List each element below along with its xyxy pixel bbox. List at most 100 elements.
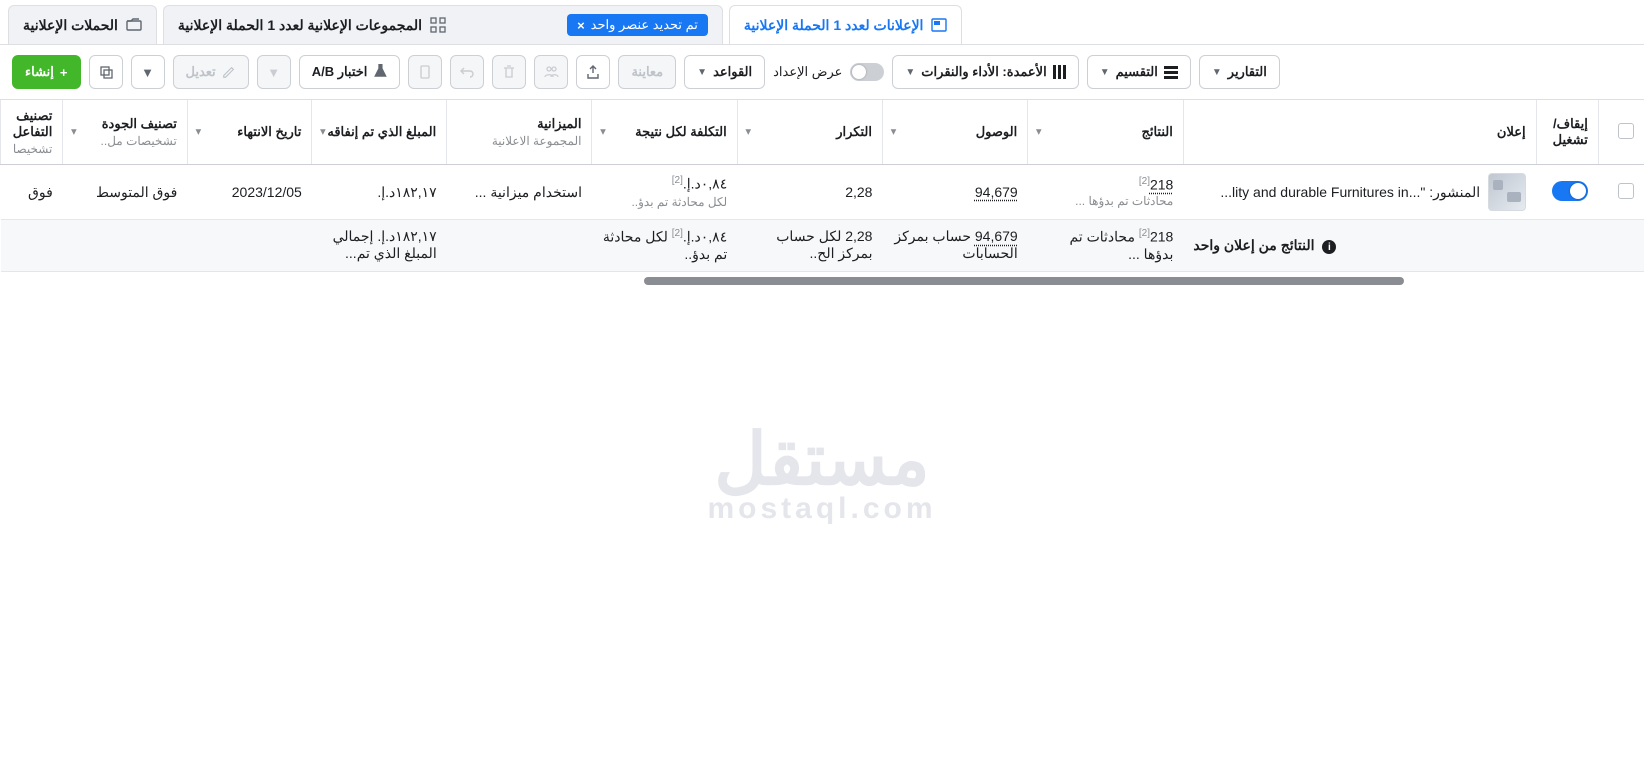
col-ad[interactable]: إعلان bbox=[1183, 100, 1536, 165]
col-checkbox[interactable] bbox=[1598, 100, 1644, 165]
caret-down-icon: ▼ bbox=[697, 67, 707, 78]
sort-icon[interactable]: ▾ bbox=[600, 127, 605, 138]
col-engagement[interactable]: تصنيف التفاعلتشخيصا bbox=[1, 100, 63, 165]
col-frequency[interactable]: التكرار▾ bbox=[737, 100, 882, 165]
columns-label: الأعمدة: الأداء والنقرات bbox=[921, 64, 1046, 80]
sort-icon[interactable]: ▾ bbox=[1036, 127, 1041, 138]
toolbar: + إنشاء ▼ تعديل ▼ اختبار A/B معاينة القو… bbox=[0, 44, 1644, 100]
table-footer-row: i النتائج من إعلان واحد 218[2] محادثات ت… bbox=[1, 220, 1644, 272]
duplicate-button[interactable] bbox=[89, 55, 123, 89]
tab-ads-label: الإعلانات لعدد 1 الحملة الإعلانية bbox=[744, 17, 924, 34]
history-button[interactable] bbox=[408, 55, 442, 89]
row-checkbox[interactable] bbox=[1618, 183, 1634, 199]
sort-icon[interactable]: ▾ bbox=[891, 127, 896, 138]
close-icon[interactable]: × bbox=[577, 18, 585, 33]
tabs-bar: الحملات الإعلانية المجموعات الإعلانية لع… bbox=[0, 0, 1644, 44]
flask-icon bbox=[373, 64, 387, 81]
ads-table-wrap: إيقاف/ تشغيل إعلان النتائج▾ الوصول▾ التك… bbox=[0, 100, 1644, 286]
trash-button[interactable] bbox=[492, 55, 526, 89]
rules-button[interactable]: القواعد ▼ bbox=[684, 55, 765, 89]
reports-button[interactable]: التقارير ▼ bbox=[1199, 55, 1280, 89]
ad-cell[interactable]: المنشور: "...lity and durable Furnitures… bbox=[1193, 173, 1526, 211]
plus-icon: + bbox=[60, 65, 68, 80]
col-end[interactable]: تاريخ الانتهاء▾ bbox=[187, 100, 312, 165]
create-button[interactable]: + إنشاء bbox=[12, 55, 81, 89]
info-icon[interactable]: i bbox=[1322, 240, 1336, 254]
cell-spent: ١٨٢,١٧د.إ. bbox=[312, 165, 447, 220]
col-toggle: إيقاف/ تشغيل bbox=[1536, 100, 1598, 165]
cell-quality: فوق المتوسط bbox=[63, 165, 188, 220]
cell-frequency: 2,28 bbox=[737, 165, 882, 220]
footer-label-cell: i النتائج من إعلان واحد bbox=[1183, 220, 1536, 272]
reports-label: التقارير bbox=[1228, 64, 1267, 80]
edit-label: تعديل bbox=[186, 64, 216, 80]
checkbox-all[interactable] bbox=[1618, 123, 1634, 139]
caret-down-icon: ▼ bbox=[267, 65, 280, 80]
caret-down-icon: ▼ bbox=[1100, 67, 1110, 78]
selection-chip-text: تم تحديد عنصر واحد bbox=[591, 17, 698, 33]
caret-down-icon: ▼ bbox=[905, 67, 915, 78]
col-reach[interactable]: الوصول▾ bbox=[882, 100, 1027, 165]
footer-frequency: 2,28 لكل حساب بمركز الح.. bbox=[737, 220, 882, 272]
cell-end: 2023/12/05 bbox=[187, 165, 312, 220]
edit-button[interactable]: تعديل bbox=[173, 55, 249, 89]
pencil-icon bbox=[222, 65, 236, 79]
view-setup-toggle[interactable] bbox=[850, 63, 884, 81]
columns-icon bbox=[1053, 65, 1066, 79]
col-spent[interactable]: المبلغ الذي تم إنفاقه▾ bbox=[312, 100, 447, 165]
sort-icon[interactable]: ▾ bbox=[320, 127, 325, 138]
ab-test-button[interactable]: اختبار A/B bbox=[299, 55, 401, 89]
create-label: إنشاء bbox=[25, 64, 54, 80]
create-more-caret[interactable]: ▼ bbox=[131, 55, 165, 89]
watermark: مستقل mostaql.com bbox=[707, 424, 936, 526]
col-quality[interactable]: تصنيف الجودةتشخيصات مل..▾ bbox=[63, 100, 188, 165]
trash-icon bbox=[501, 64, 517, 80]
columns-button[interactable]: الأعمدة: الأداء والنقرات ▼ bbox=[892, 55, 1078, 89]
tab-ads[interactable]: الإعلانات لعدد 1 الحملة الإعلانية bbox=[729, 5, 963, 44]
footer-cost: ٠,٨٤د.إ.[2] لكل محادثة تم بدؤ.. bbox=[592, 220, 737, 272]
sort-icon[interactable]: ▾ bbox=[196, 127, 201, 138]
scrollbar-thumb[interactable] bbox=[644, 277, 1404, 285]
people-icon bbox=[543, 64, 559, 80]
ad-icon bbox=[931, 17, 947, 33]
table-row[interactable]: المنشور: "...lity and durable Furnitures… bbox=[1, 165, 1644, 220]
grid-icon bbox=[430, 17, 446, 33]
export-button[interactable] bbox=[576, 55, 610, 89]
breakdown-button[interactable]: التقسيم ▼ bbox=[1087, 55, 1191, 89]
view-setup-label: عرض الإعداد bbox=[773, 64, 842, 80]
ads-table: إيقاف/ تشغيل إعلان النتائج▾ الوصول▾ التك… bbox=[0, 100, 1644, 272]
col-budget[interactable]: الميزانيةالمجموعة الاعلانية bbox=[447, 100, 592, 165]
footer-reach: 94,679 حساب بمركز الحسابات bbox=[882, 220, 1027, 272]
breakdown-label: التقسيم bbox=[1116, 64, 1158, 80]
caret-down-icon: ▼ bbox=[1212, 67, 1222, 78]
breakdown-icon bbox=[1164, 66, 1178, 79]
footer-spent: ١٨٢,١٧د.إ. إجمالي المبلغ الذي تم... bbox=[312, 220, 447, 272]
cell-engagement: فوق bbox=[1, 165, 63, 220]
edit-more-caret[interactable]: ▼ bbox=[257, 55, 291, 89]
tab-campaigns[interactable]: الحملات الإعلانية bbox=[8, 5, 157, 44]
row-toggle[interactable] bbox=[1552, 181, 1588, 201]
clipboard-icon bbox=[417, 64, 433, 80]
col-results[interactable]: النتائج▾ bbox=[1028, 100, 1184, 165]
preview-label: معاينة bbox=[631, 64, 663, 80]
sort-icon[interactable]: ▾ bbox=[71, 127, 76, 138]
ab-test-label: اختبار A/B bbox=[312, 64, 368, 80]
sort-icon[interactable]: ▾ bbox=[746, 127, 751, 138]
tab-adsets[interactable]: المجموعات الإعلانية لعدد 1 الحملة الإعلا… bbox=[163, 5, 723, 44]
export-icon bbox=[585, 64, 601, 80]
undo-icon bbox=[459, 64, 475, 80]
cell-budget: استخدام ميزانية ... bbox=[447, 165, 592, 220]
undo-button[interactable] bbox=[450, 55, 484, 89]
ad-thumbnail bbox=[1488, 173, 1526, 211]
people-button[interactable] bbox=[534, 55, 568, 89]
tab-campaigns-label: الحملات الإعلانية bbox=[23, 17, 118, 34]
cell-reach: 94,679 bbox=[882, 165, 1027, 220]
horizontal-scrollbar[interactable] bbox=[0, 276, 1644, 286]
cell-results: 218[2] محادثات تم بدؤها ... bbox=[1028, 165, 1184, 220]
selection-chip[interactable]: تم تحديد عنصر واحد × bbox=[567, 14, 708, 36]
preview-button[interactable]: معاينة bbox=[618, 55, 676, 89]
cell-cost: ٠,٨٤د.إ.[2] لكل محادثة تم بدؤ.. bbox=[592, 165, 737, 220]
caret-down-icon: ▼ bbox=[141, 65, 154, 80]
col-cost[interactable]: التكلفة لكل نتيجة▾ bbox=[592, 100, 737, 165]
ad-title: المنشور: "...lity and durable Furnitures… bbox=[1220, 184, 1480, 201]
